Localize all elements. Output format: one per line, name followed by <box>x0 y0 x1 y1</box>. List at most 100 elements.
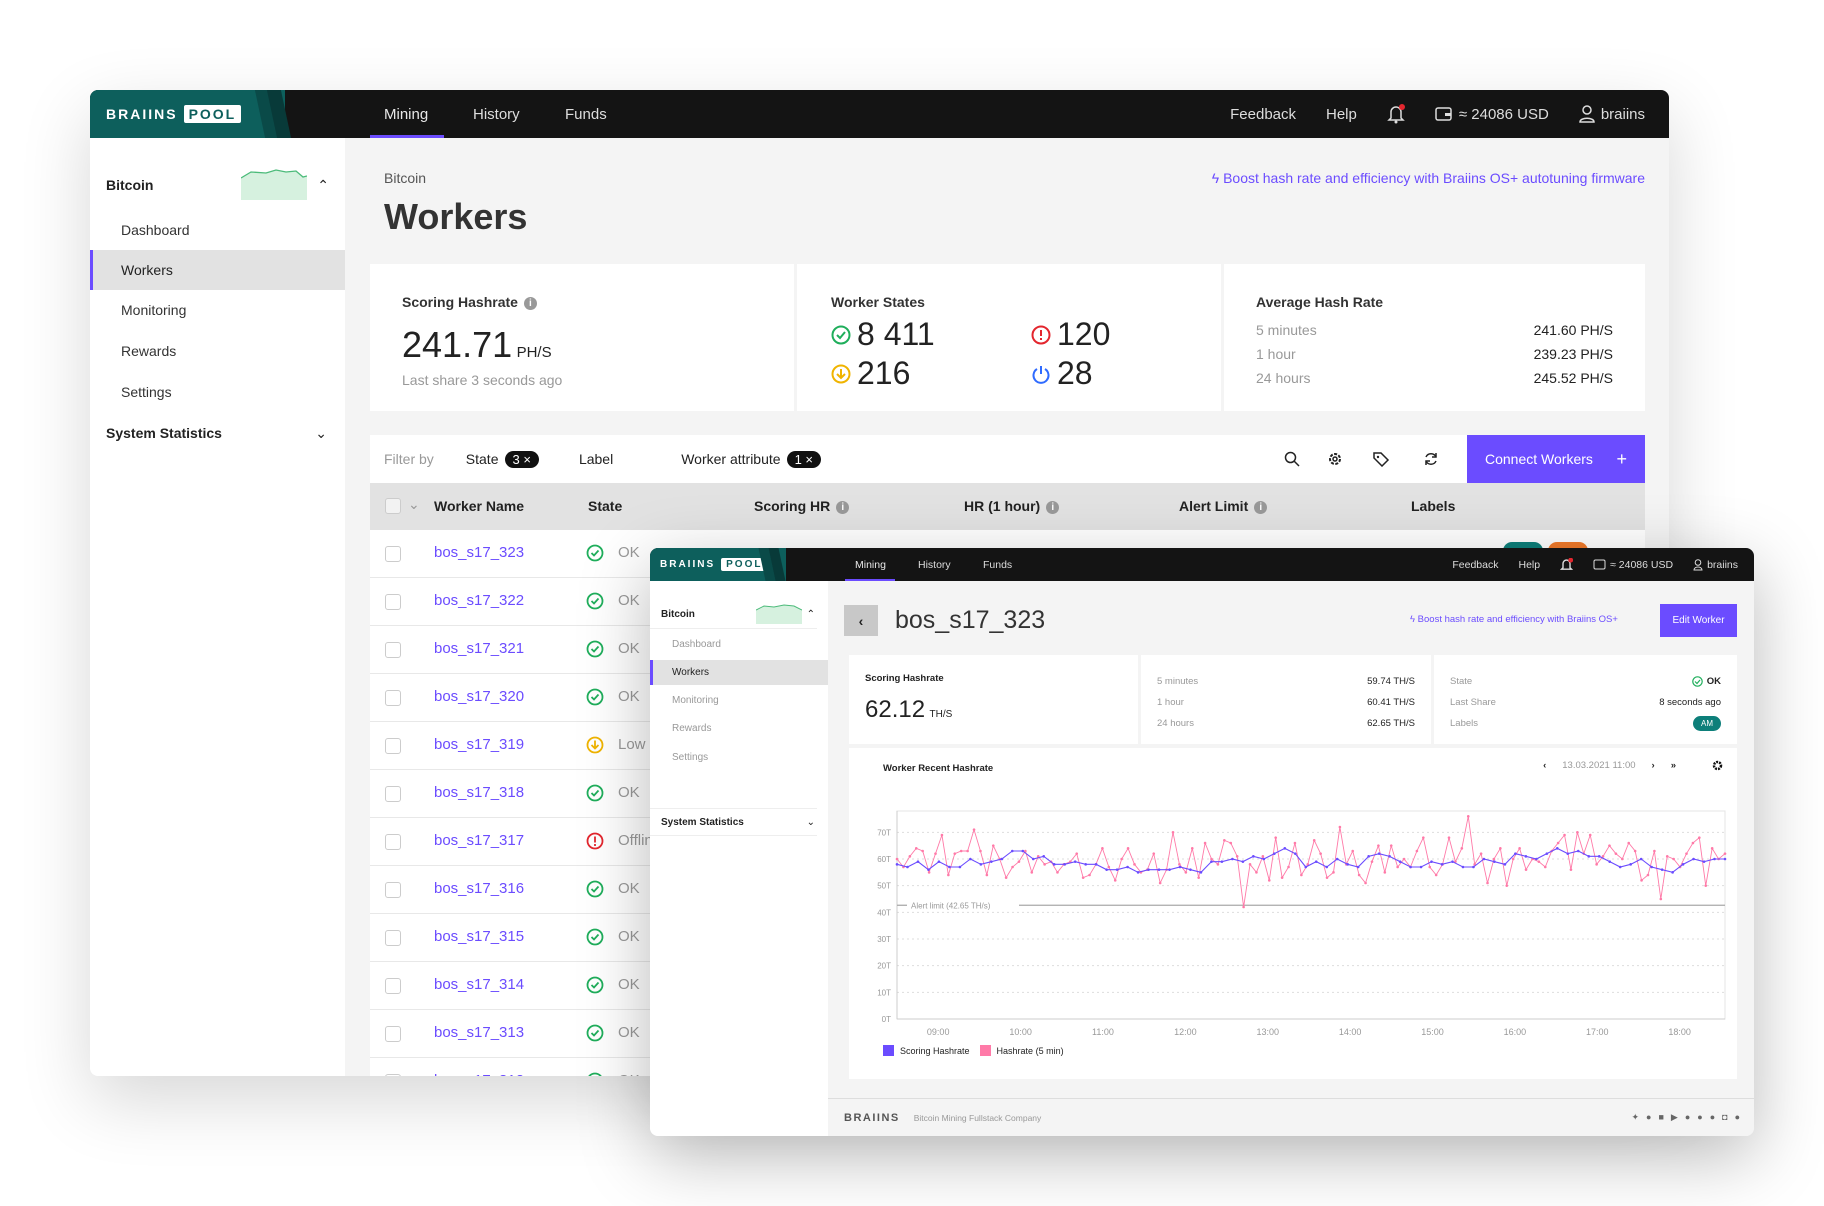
sidebar-item-rewards[interactable]: Rewards <box>650 715 828 742</box>
refresh-icon[interactable] <box>1423 451 1439 467</box>
wechat-icon[interactable]: ● <box>1735 1112 1740 1123</box>
balance[interactable]: ≈ 24086 USD <box>1435 106 1549 123</box>
user-menu[interactable]: braiins <box>1693 559 1738 571</box>
worker-name-link[interactable]: bos_s17_317 <box>434 832 524 849</box>
worker-name-link[interactable]: bos_s17_321 <box>434 640 524 657</box>
sidebar-section-system-statistics[interactable]: System Statistics ⌄ <box>90 413 345 453</box>
row-checkbox[interactable] <box>385 738 401 754</box>
twitter-icon[interactable]: ✦ <box>1631 1112 1639 1123</box>
help-link[interactable]: Help <box>1326 106 1357 123</box>
tag-icon[interactable] <box>1372 451 1390 467</box>
footer-logo[interactable]: BRAIINS <box>844 1112 900 1124</box>
chevron-down-icon[interactable]: ⌄ <box>408 496 420 513</box>
feedback-link[interactable]: Feedback <box>1230 106 1296 123</box>
help-link[interactable]: Help <box>1518 559 1540 571</box>
info-icon[interactable]: i <box>523 297 537 310</box>
data-point <box>1505 884 1509 887</box>
worker-name-link[interactable]: bos_s17_316 <box>434 880 524 897</box>
worker-name-link[interactable]: bos_s17_320 <box>434 688 524 705</box>
worker-name-link[interactable]: bos_s17_313 <box>434 1024 524 1041</box>
sidebar-item-workers[interactable]: Workers <box>650 660 828 685</box>
state-low-count[interactable]: 216 <box>831 355 910 392</box>
back-button[interactable]: ‹ <box>844 605 878 636</box>
tab-history[interactable]: History <box>918 559 951 571</box>
tab-funds[interactable]: Funds <box>983 559 1012 571</box>
col-hr-1-hour[interactable]: HR (1 hour) i <box>964 498 1060 514</box>
breadcrumb[interactable]: Bitcoin <box>384 170 426 186</box>
balance[interactable]: ≈ 24086 USD <box>1593 559 1673 571</box>
row-checkbox[interactable] <box>385 594 401 610</box>
tab-mining[interactable]: Mining <box>384 106 428 123</box>
row-checkbox[interactable] <box>385 1074 401 1076</box>
row-checkbox[interactable] <box>385 690 401 706</box>
col-alert-limit[interactable]: Alert Limit i <box>1179 498 1268 514</box>
worker-name-link[interactable]: bos_s17_314 <box>434 976 524 993</box>
filter-count-badge[interactable]: 3 × <box>504 450 539 468</box>
filter-state[interactable]: State 3 × <box>466 450 539 468</box>
row-checkbox[interactable] <box>385 1026 401 1042</box>
sidebar-item-rewards[interactable]: Rewards <box>90 331 345 371</box>
worker-name-link[interactable]: bos_s17_318 <box>434 784 524 801</box>
state-offline-count[interactable]: 120 <box>1031 316 1110 353</box>
row-checkbox[interactable] <box>385 786 401 802</box>
facebook-icon[interactable]: ● <box>1646 1112 1651 1123</box>
worker-name-link[interactable]: bos_s17_322 <box>434 592 524 609</box>
row-checkbox[interactable] <box>385 546 401 562</box>
col-scoring-hr[interactable]: Scoring HR i <box>754 498 850 514</box>
row-checkbox[interactable] <box>385 834 401 850</box>
boost-link[interactable]: ϟ Boost hash rate and efficiency with Br… <box>1212 170 1645 186</box>
plot-area <box>896 810 1726 1020</box>
tab-mining[interactable]: Mining <box>855 559 886 571</box>
col-worker-name[interactable]: Worker Name <box>434 498 524 514</box>
legend-item[interactable]: Scoring Hashrate <box>883 1045 970 1056</box>
tab-history[interactable]: History <box>473 106 520 123</box>
state-disabled-count[interactable]: 28 <box>1031 355 1093 392</box>
sidebar-item-dashboard[interactable]: Dashboard <box>650 631 828 658</box>
row-checkbox[interactable] <box>385 930 401 946</box>
select-all-checkbox[interactable] <box>385 498 401 514</box>
reddit-icon[interactable]: ● <box>1710 1112 1715 1123</box>
github-icon[interactable]: ● <box>1697 1112 1702 1123</box>
sidebar-section-system-statistics[interactable]: System Statistics ⌄ <box>650 808 817 836</box>
sidebar-item-settings[interactable]: Settings <box>650 744 828 771</box>
boost-link[interactable]: ϟ Boost hash rate and efficiency with Br… <box>1410 614 1618 625</box>
edit-worker-button[interactable]: Edit Worker <box>1660 604 1737 637</box>
label-badge[interactable]: AM <box>1693 716 1721 731</box>
bell-icon[interactable] <box>1387 104 1405 124</box>
worker-name-link[interactable]: bos_s17_315 <box>434 928 524 945</box>
worker-name-link[interactable]: bos_s17_319 <box>434 736 524 753</box>
sidebar-item-monitoring[interactable]: Monitoring <box>90 290 345 330</box>
sidebar-section-bitcoin[interactable]: Bitcoin ⌃ <box>650 601 817 629</box>
row-checkbox[interactable] <box>385 882 401 898</box>
state-ok-count[interactable]: 8 411 <box>831 316 935 353</box>
worker-name-link[interactable]: bos_s17_312 <box>434 1072 524 1076</box>
sidebar-item-monitoring[interactable]: Monitoring <box>650 687 828 714</box>
instagram-icon[interactable]: ◘ <box>1722 1112 1727 1123</box>
filter-label-button[interactable]: Label <box>579 451 613 467</box>
telegram-icon[interactable]: ● <box>1685 1112 1690 1123</box>
filter-count-badge[interactable]: 1 × <box>786 450 822 468</box>
connect-workers-button[interactable]: Connect Workers + <box>1467 435 1645 483</box>
search-icon[interactable] <box>1284 451 1300 467</box>
legend-item[interactable]: Hashrate (5 min) <box>979 1045 1064 1056</box>
feedback-link[interactable]: Feedback <box>1452 559 1498 571</box>
sidebar-section-bitcoin[interactable]: Bitcoin ⌃ <box>90 168 345 202</box>
filter-worker-attribute[interactable]: Worker attribute 1 × <box>681 450 822 468</box>
col-state[interactable]: State <box>588 498 622 514</box>
youtube-icon[interactable]: ▶ <box>1671 1112 1678 1123</box>
row-checkbox[interactable] <box>385 642 401 658</box>
tab-funds[interactable]: Funds <box>565 106 607 123</box>
col-labels[interactable]: Labels <box>1411 498 1455 514</box>
sidebar-item-workers[interactable]: Workers <box>90 250 345 290</box>
chevron-up-icon[interactable]: ⌃ <box>807 609 815 620</box>
row-checkbox[interactable] <box>385 978 401 994</box>
worker-name-link[interactable]: bos_s17_323 <box>434 544 524 561</box>
sidebar-item-dashboard[interactable]: Dashboard <box>90 210 345 250</box>
sidebar-item-settings[interactable]: Settings <box>90 372 345 412</box>
gear-icon[interactable] <box>1327 451 1343 467</box>
linkedin-icon[interactable]: ■ <box>1658 1112 1663 1123</box>
user-menu[interactable]: braiins <box>1579 105 1645 123</box>
chevron-up-icon[interactable]: ⌃ <box>317 177 329 194</box>
clear-icon: × <box>805 451 814 467</box>
bell-icon[interactable] <box>1560 557 1574 572</box>
